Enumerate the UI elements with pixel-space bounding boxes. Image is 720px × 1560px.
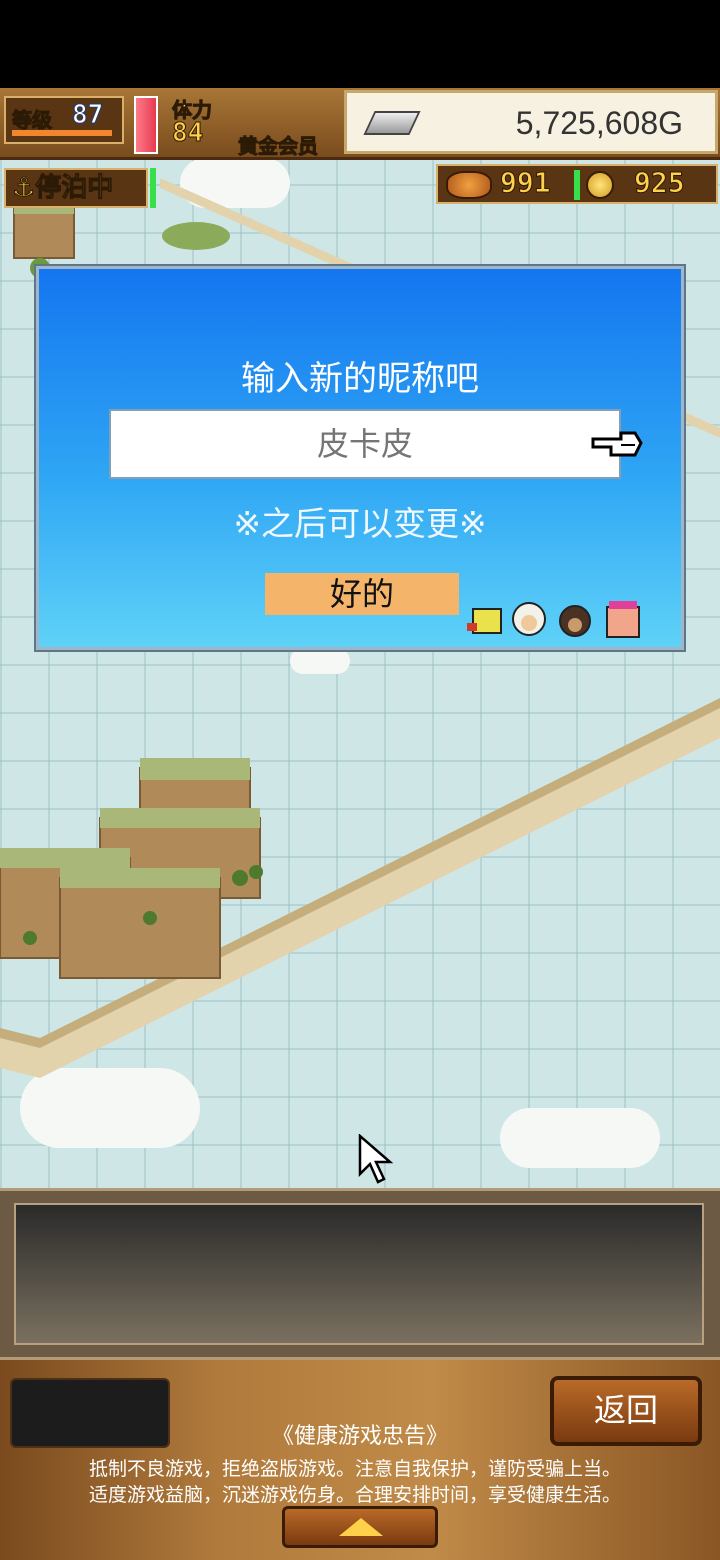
nickname-dialog: 输入新的昵称吧 ※之后可以变更※ 好的: [34, 264, 686, 652]
message-box: [14, 1203, 704, 1345]
expand-up-icon: [339, 1518, 383, 1536]
food-count: 991: [500, 166, 552, 200]
docked-status[interactable]: ⚓停泊中: [4, 168, 148, 208]
mouse-cursor-icon: [358, 1134, 394, 1184]
gold-amount: 5,725,608G: [515, 105, 683, 141]
dialog-title: 输入新的昵称吧: [241, 359, 479, 399]
health-advice-title: 《健康游戏忠告》: [271, 1424, 448, 1449]
pointing-hand-icon: [591, 431, 643, 457]
expand-button[interactable]: [282, 1506, 438, 1548]
exp-bar: [12, 130, 112, 136]
nickname-input[interactable]: [109, 409, 621, 479]
medal-count: 925: [634, 166, 686, 200]
health-advice-line-1: 抵制不良游戏，拒绝盗版游戏。注意自我保护，谨防受骗上当。: [88, 1458, 621, 1480]
stamina-gauge: [134, 96, 158, 154]
status-bar: [0, 0, 720, 88]
character-sprites: [467, 601, 640, 638]
food-icon: [446, 171, 492, 199]
top-hud: 等级 87 体力 84 黄金会员 5,725,608G: [0, 88, 720, 160]
stamina-value: 84: [171, 118, 204, 149]
health-advice-line-2: 适度游戏益脑，沉迷游戏伤身。合理安排时间，享受健康生活。: [88, 1484, 621, 1506]
message-frame: [0, 1188, 720, 1360]
gold-panel[interactable]: 5,725,608G: [344, 90, 718, 154]
island-tiny: [162, 222, 230, 250]
ok-button[interactable]: 好的: [265, 573, 459, 615]
divider: [574, 170, 580, 200]
level-panel[interactable]: 等级 87: [4, 96, 124, 144]
silver-bar-icon: [363, 111, 421, 135]
bottom-bar: 返回 《健康游戏忠告》 抵制不良游戏，拒绝盗版游戏。注意自我保护，谨防受骗上当。…: [0, 1360, 720, 1560]
dialog-note: ※之后可以变更※: [233, 504, 487, 543]
resource-panel: 991 925: [436, 164, 718, 204]
island: [0, 758, 263, 979]
level-label: 等级: [12, 108, 53, 133]
level-value: 87: [71, 100, 104, 131]
membership-badge: 黄金会员: [238, 134, 319, 159]
status-indicator: [150, 168, 156, 208]
medal-icon: [586, 171, 614, 199]
